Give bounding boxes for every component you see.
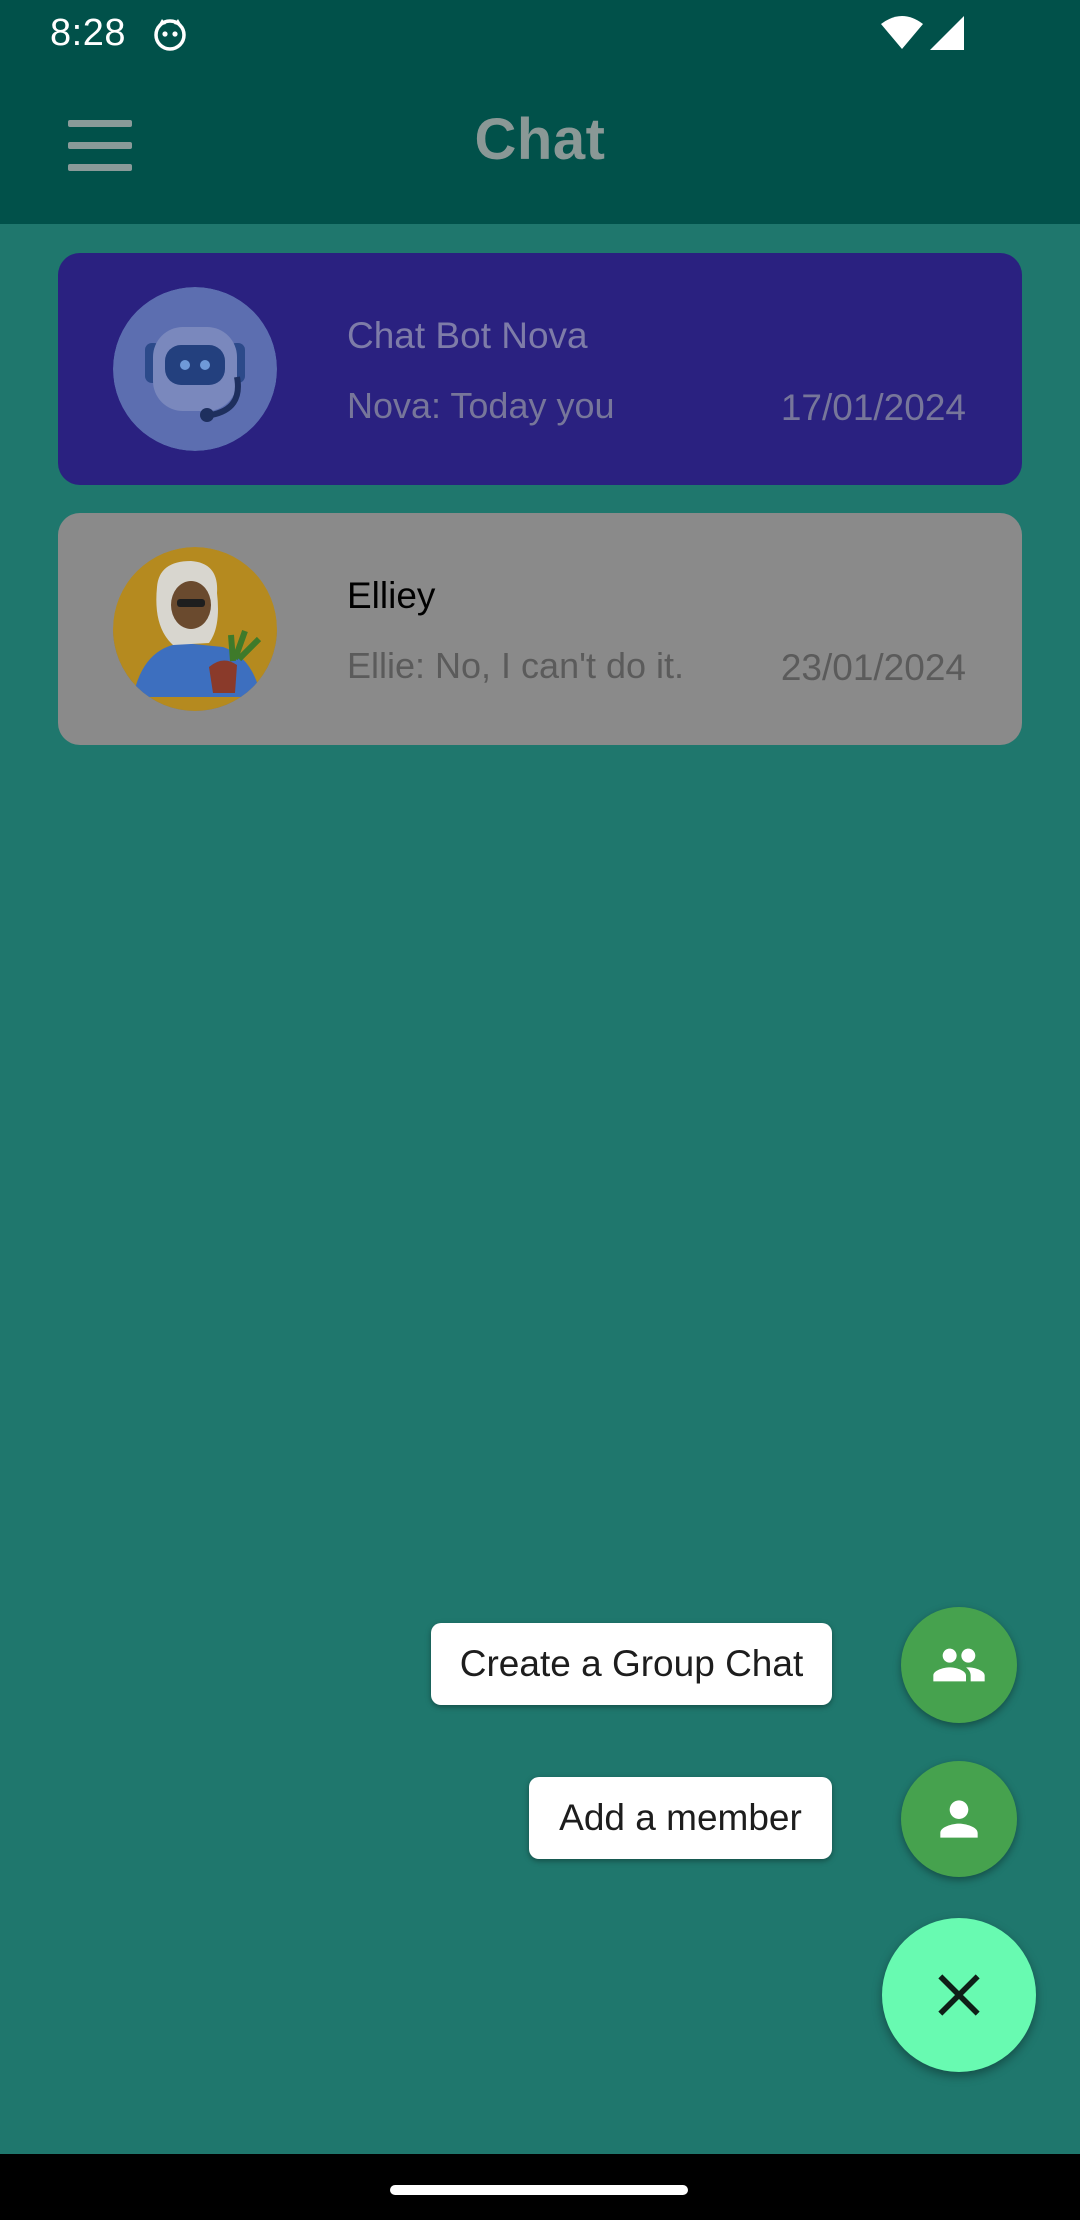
chat-name: Elliey <box>347 575 436 616</box>
add-member-button[interactable] <box>901 1761 1017 1877</box>
signal-icon <box>930 16 964 50</box>
robot-avatar <box>113 287 277 451</box>
chat-date: 17/01/2024 <box>780 387 966 428</box>
status-time: 8:28 <box>50 12 126 54</box>
chat-list-item-nova[interactable]: Chat Bot Nova Nova: Today you 17/01/2024 <box>58 253 1022 485</box>
create-group-chat-button[interactable] <box>901 1607 1017 1723</box>
app-bar: Chat <box>0 66 1080 224</box>
close-icon <box>938 1974 980 2016</box>
chat-date: 23/01/2024 <box>780 647 966 688</box>
chat-name: Chat Bot Nova <box>347 315 588 356</box>
page-title: Chat <box>474 107 606 172</box>
chat-preview: Ellie: No, I can't do it. <box>347 645 685 686</box>
add-member-label[interactable]: Add a member <box>529 1777 832 1859</box>
person-icon <box>940 1800 978 1838</box>
cat-icon <box>154 19 186 51</box>
chat-list-item-elliey[interactable]: Elliey Ellie: No, I can't do it. 23/01/2… <box>58 513 1022 745</box>
wifi-icon <box>881 16 923 49</box>
woman-avatar <box>113 547 277 711</box>
home-indicator[interactable] <box>390 2185 688 2195</box>
navigation-bar <box>0 2154 1080 2220</box>
chat-preview: Nova: Today you <box>347 385 615 426</box>
chat-screen: 8:28 Chat Chat Bot Nova Nova: Today you … <box>0 0 1080 2220</box>
status-bar: 8:28 <box>0 0 1080 66</box>
create-group-chat-label[interactable]: Create a Group Chat <box>431 1623 832 1705</box>
group-icon <box>933 1648 985 1682</box>
close-speed-dial-button[interactable] <box>882 1918 1036 2072</box>
